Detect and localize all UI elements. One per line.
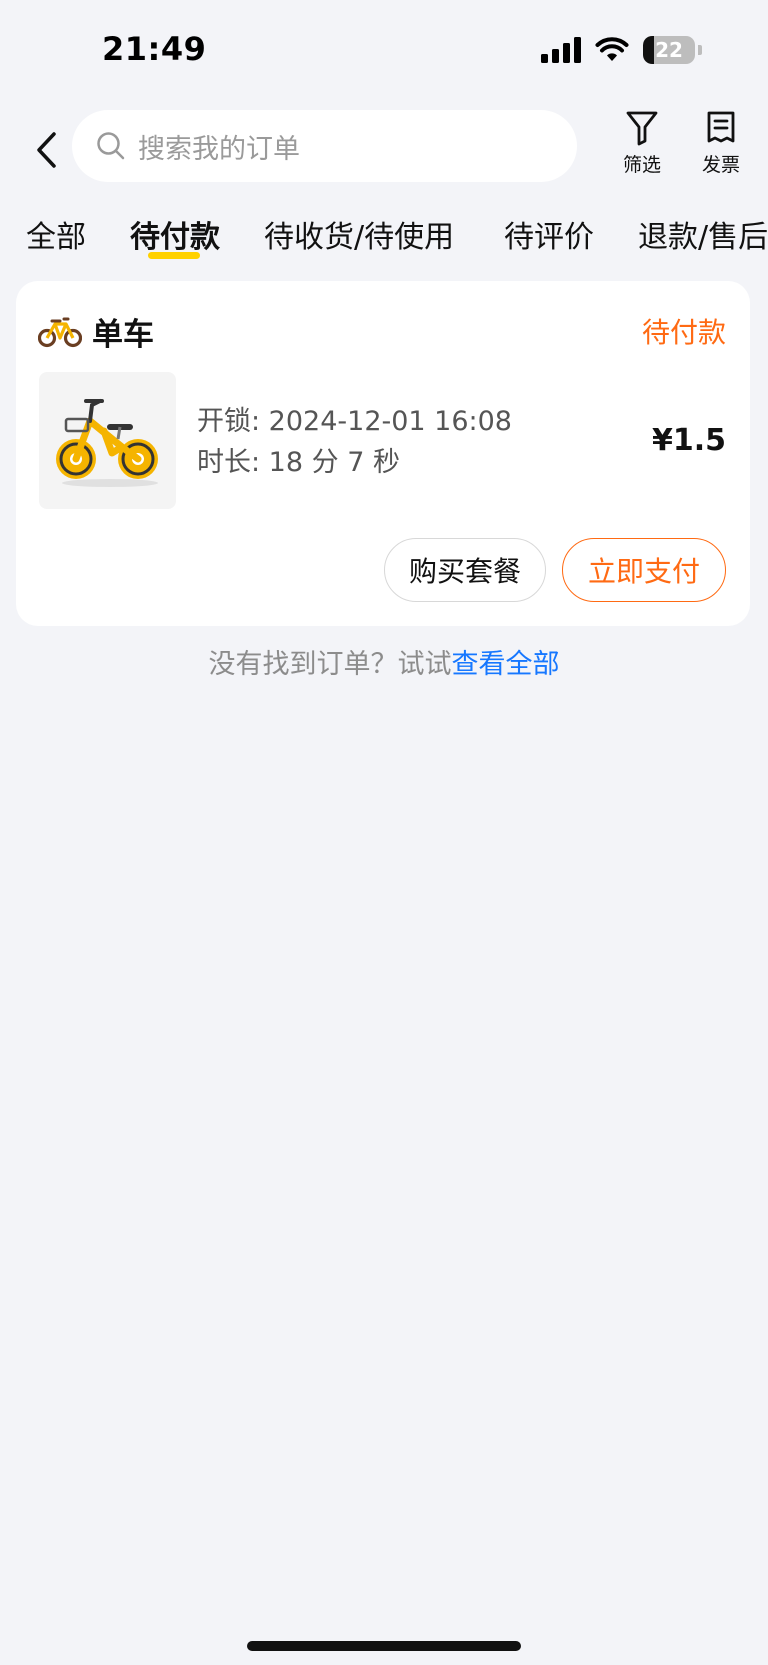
status-time: 21:49 [102,30,207,68]
order-info: 开锁: 2024-12-01 16:08 时长: 18 分 7 秒 [197,401,512,483]
order-card-header: 单车 [38,309,154,354]
pay-now-button[interactable]: 立即支付 [562,538,726,602]
buy-package-button[interactable]: 购买套餐 [384,538,546,602]
search-input[interactable]: 搜索我的订单 [72,110,577,182]
order-category: 单车 [92,317,154,353]
product-image [39,372,176,509]
orders-page: 21:49 22 搜索我的订单 筛选 发票 全部 待付款 待收货/待使用 待评价… [0,0,768,1665]
no-order-hint: 没有找到订单？试试查看全部 [0,642,768,681]
search-icon [97,132,125,160]
tab-to-receive[interactable]: 待收货/待使用 [264,212,454,256]
tab-refund[interactable]: 退款/售后 [638,212,768,256]
unlock-time: 开锁: 2024-12-01 16:08 [197,406,512,437]
hint-text: 没有找到订单？试试 [208,649,452,680]
home-indicator [247,1641,521,1651]
filter-icon [626,111,658,146]
battery-tip [698,45,702,55]
battery-icon: 22 [643,36,695,64]
wifi-icon [595,37,629,61]
view-all-link[interactable]: 查看全部 [452,649,560,680]
tab-all[interactable]: 全部 [26,212,86,256]
signal-icon [541,37,581,63]
active-tab-indicator [148,252,200,259]
search-placeholder: 搜索我的订单 [138,133,300,165]
bicycle-image [55,398,158,487]
status-bar: 21:49 22 [0,0,768,100]
order-tabs: 全部 待付款 待收货/待使用 待评价 退款/售后 [0,212,768,268]
order-price: ¥1.5 [651,423,726,458]
header: 搜索我的订单 筛选 发票 [0,108,768,194]
order-card[interactable]: 单车 待付款 开锁: 2024-12-01 16:08 时长: 18 分 7 秒… [16,281,750,626]
bike-icon [38,317,82,347]
chevron-left-icon [37,132,56,168]
tab-to-review[interactable]: 待评价 [504,212,594,256]
tab-pending-payment[interactable]: 待付款 [130,212,220,256]
filter-button[interactable]: 筛选 [610,110,674,190]
back-button[interactable] [26,124,66,176]
invoice-button[interactable]: 发票 [689,110,753,190]
status-icons: 22 [541,36,702,64]
battery-level: 22 [655,38,683,62]
invoice-label: 发票 [701,154,740,176]
invoice-icon [707,111,735,143]
order-status: 待付款 [641,316,726,349]
filter-label: 筛选 [622,154,661,176]
ride-duration: 时长: 18 分 7 秒 [197,447,400,478]
